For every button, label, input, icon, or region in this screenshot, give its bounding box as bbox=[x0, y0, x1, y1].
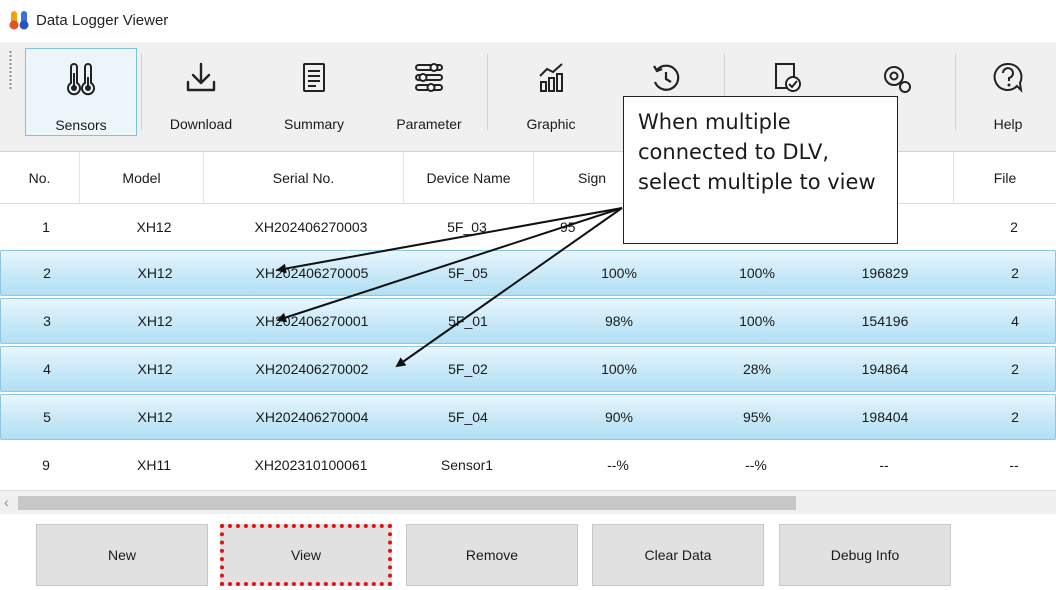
column-header-model[interactable]: Model bbox=[80, 152, 204, 204]
cell-no: 5 bbox=[43, 409, 51, 425]
help-icon bbox=[993, 62, 1023, 93]
cell-battery: --% bbox=[745, 457, 767, 473]
cell-serial: XH202406270003 bbox=[254, 219, 368, 235]
toolbar-separator bbox=[487, 54, 488, 130]
data-logger-viewer-window: Data Logger Viewer Sensors Download Summ… bbox=[0, 0, 1056, 590]
cell-battery: 100% bbox=[739, 313, 775, 329]
cell-model: XH12 bbox=[137, 265, 173, 281]
cell-model: XH11 bbox=[137, 457, 171, 473]
toolbar-download-label: Download bbox=[169, 116, 233, 132]
history-icon bbox=[653, 64, 680, 91]
new-button[interactable]: New bbox=[36, 524, 208, 586]
column-header-file[interactable]: File bbox=[954, 152, 1056, 204]
cell-serial: XH202406270004 bbox=[255, 409, 369, 425]
column-header-serial[interactable]: Serial No. bbox=[204, 152, 404, 204]
cell-file: 2 bbox=[1010, 219, 1018, 235]
table-row[interactable]: 5 XH12 XH202406270004 5F_04 90% 95% 1984… bbox=[0, 394, 1056, 440]
action-bar: New View Remove Clear Data Debug Info bbox=[0, 514, 1056, 590]
cell-no: 1 bbox=[42, 219, 50, 235]
toolbar-download-button[interactable]: Download bbox=[155, 48, 247, 136]
summary-list-icon bbox=[303, 63, 325, 92]
cell-file: 2 bbox=[1011, 265, 1019, 281]
cell-device-name: 5F_02 bbox=[448, 361, 488, 377]
cell-device-name: 5F_01 bbox=[448, 313, 488, 329]
cell-device-name: 5F_05 bbox=[448, 265, 488, 281]
toolbar-graphic-label: Graphic bbox=[526, 116, 576, 132]
cell-memory: -- bbox=[879, 457, 889, 473]
toolbar-separator bbox=[141, 54, 142, 130]
cell-model: XH12 bbox=[137, 361, 173, 377]
download-icon bbox=[186, 62, 216, 92]
horizontal-scrollbar[interactable]: ‹ bbox=[0, 490, 1056, 514]
cell-file: -- bbox=[1009, 457, 1019, 473]
table-row[interactable]: 3 XH12 XH202406270001 5F_01 98% 100% 154… bbox=[0, 298, 1056, 344]
gear-icon bbox=[884, 66, 911, 93]
sliders-icon bbox=[415, 63, 443, 92]
cell-signal: --% bbox=[607, 457, 629, 473]
cell-no: 9 bbox=[42, 457, 50, 473]
cell-file: 2 bbox=[1011, 409, 1019, 425]
cell-no: 3 bbox=[43, 313, 51, 329]
title-bar: Data Logger Viewer bbox=[0, 0, 1056, 40]
cell-battery: 28% bbox=[742, 361, 772, 377]
cell-file: 2 bbox=[1011, 361, 1019, 377]
cell-signal: 100% bbox=[601, 361, 637, 377]
cell-file: 4 bbox=[1011, 313, 1019, 329]
window-title: Data Logger Viewer bbox=[36, 11, 169, 29]
scroll-left-arrow-icon[interactable]: ‹ bbox=[4, 494, 9, 510]
cell-battery: 100% bbox=[739, 265, 775, 281]
check-document-icon bbox=[775, 63, 801, 92]
view-button[interactable]: View bbox=[220, 524, 392, 586]
cell-model: XH12 bbox=[137, 409, 173, 425]
toolbar-help-button[interactable]: Help bbox=[968, 48, 1048, 136]
cell-memory: 198404 bbox=[861, 409, 909, 425]
column-header-device-name[interactable]: Device Name bbox=[404, 152, 534, 204]
column-header-no[interactable]: No. bbox=[0, 152, 80, 204]
cell-serial: XH202310100061 bbox=[254, 457, 368, 473]
app-thermometer-icon bbox=[9, 11, 29, 30]
toolbar-sensors-label: Sensors bbox=[55, 117, 107, 133]
cell-signal: 95 bbox=[560, 219, 576, 235]
cell-no: 2 bbox=[43, 265, 51, 281]
table-row[interactable]: 4 XH12 XH202406270002 5F_02 100% 28% 194… bbox=[0, 346, 1056, 392]
toolbar-summary-label: Summary bbox=[284, 116, 344, 132]
scrollbar-thumb[interactable] bbox=[18, 496, 796, 510]
annotation-callout: When multiple connected to DLV, select m… bbox=[623, 96, 898, 244]
thermometers-icon bbox=[67, 63, 95, 96]
table-row[interactable]: 2 XH12 XH202406270005 5F_05 100% 100% 19… bbox=[0, 250, 1056, 296]
toolbar-separator bbox=[955, 54, 956, 130]
toolbar-parameter-label: Parameter bbox=[396, 116, 462, 132]
cell-signal: 100% bbox=[601, 265, 637, 281]
cell-device-name: 5F_03 bbox=[447, 219, 487, 235]
cell-no: 4 bbox=[43, 361, 51, 377]
cell-battery: 95% bbox=[742, 409, 772, 425]
cell-serial: XH202406270001 bbox=[255, 313, 369, 329]
cell-model: XH12 bbox=[137, 313, 173, 329]
remove-button[interactable]: Remove bbox=[406, 524, 578, 586]
toolbar-help-label: Help bbox=[993, 116, 1023, 132]
cell-signal: 90% bbox=[604, 409, 634, 425]
cell-memory: 196829 bbox=[861, 265, 909, 281]
cell-device-name: Sensor1 bbox=[440, 457, 494, 473]
toolbar-summary-button[interactable]: Summary bbox=[268, 48, 360, 136]
toolbar-grip[interactable] bbox=[9, 50, 12, 90]
toolbar-sensors-button[interactable]: Sensors bbox=[25, 48, 137, 136]
clear-data-button[interactable]: Clear Data bbox=[592, 524, 764, 586]
toolbar-graphic-button[interactable]: Graphic bbox=[505, 48, 597, 136]
debug-info-button[interactable]: Debug Info bbox=[779, 524, 951, 586]
cell-signal: 98% bbox=[604, 313, 634, 329]
cell-serial: XH202406270005 bbox=[255, 265, 369, 281]
cell-memory: 154196 bbox=[861, 313, 909, 329]
cell-serial: XH202406270002 bbox=[255, 361, 369, 377]
chart-icon bbox=[539, 63, 563, 92]
cell-model: XH12 bbox=[136, 219, 172, 235]
cell-memory: 194864 bbox=[861, 361, 909, 377]
cell-device-name: 5F_04 bbox=[448, 409, 488, 425]
toolbar-parameter-button[interactable]: Parameter bbox=[383, 48, 475, 136]
table-row[interactable]: 9 XH11 XH202310100061 Sensor1 --% --% --… bbox=[0, 442, 1056, 488]
